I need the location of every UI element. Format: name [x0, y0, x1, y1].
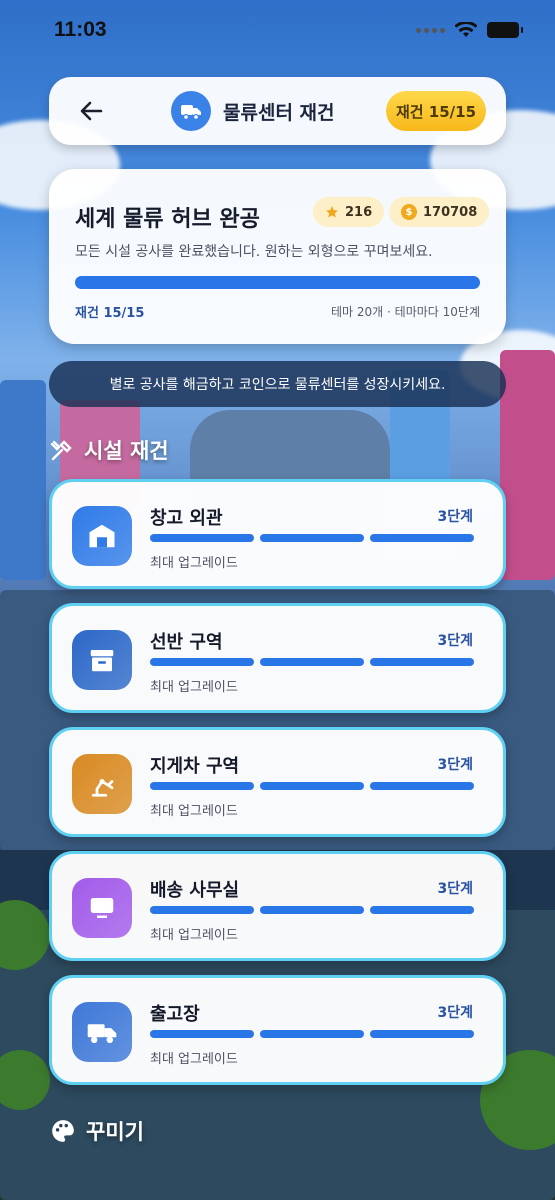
star-count: 216 [345, 204, 373, 220]
level-bar [150, 1030, 254, 1038]
status-bar: 11:03 [0, 0, 555, 64]
wifi-icon [455, 22, 477, 37]
star-count-chip: 216 [313, 197, 385, 227]
level-bar [260, 782, 364, 790]
level-bar [370, 1030, 474, 1038]
facility-level: 3단계 [437, 1005, 473, 1021]
facility-name: 선반 구역 [150, 632, 223, 653]
facility-card[interactable]: 창고 외관 3단계 최대 업그레이드 [49, 479, 506, 589]
rebuild-progress-badge: 재건 15/15 [386, 91, 486, 131]
facility-status: 최대 업그레이드 [150, 1052, 238, 1067]
completion-progress-bar [75, 276, 480, 289]
facility-level-bars [150, 658, 474, 666]
level-bar [260, 658, 364, 666]
signal-icon [416, 27, 445, 33]
level-bar [150, 782, 254, 790]
monitor-icon [72, 878, 132, 938]
facility-name: 창고 외관 [150, 508, 223, 529]
level-bar [260, 1030, 364, 1038]
level-bar [150, 658, 254, 666]
top-header: 물류센터 재건 재건 15/15 [49, 77, 506, 145]
facility-level-bars [150, 1030, 474, 1038]
level-bar [260, 906, 364, 914]
facility-card[interactable]: 배송 사무실 3단계 최대 업그레이드 [49, 851, 506, 961]
facility-name: 배송 사무실 [150, 880, 240, 901]
level-bar [370, 534, 474, 542]
facility-card[interactable]: 출고장 3단계 최대 업그레이드 [49, 975, 506, 1085]
coin-count-chip: $ 170708 [389, 197, 490, 227]
section-rebuild-header: 시설 재건 [50, 435, 169, 465]
page-title: 물류센터 재건 [223, 101, 335, 124]
tools-icon [50, 440, 72, 461]
completion-progress-label: 재건 15/15 [75, 306, 145, 321]
section-rebuild-title: 시설 재건 [84, 439, 169, 463]
facility-level: 3단계 [437, 633, 473, 649]
back-arrow-icon[interactable] [77, 97, 105, 125]
level-bar [150, 534, 254, 542]
truck-icon [72, 1002, 132, 1062]
facility-level-bars [150, 906, 474, 914]
facility-status: 최대 업그레이드 [150, 556, 238, 571]
status-time: 11:03 [54, 18, 107, 41]
coin-icon: $ [401, 204, 417, 220]
facility-name: 지게차 구역 [150, 756, 240, 777]
facility-card[interactable]: 지게차 구역 3단계 최대 업그레이드 [49, 727, 506, 837]
facility-level: 3단계 [437, 757, 473, 773]
info-banner: 별로 공사를 해금하고 코인으로 물류센터를 성장시키세요. [49, 361, 506, 407]
facility-status: 최대 업그레이드 [150, 804, 238, 819]
battery-icon [487, 22, 523, 38]
archive-box-icon [72, 630, 132, 690]
star-icon [326, 206, 338, 218]
robot-arm-icon [72, 754, 132, 814]
section-decorate-title: 꾸미기 [86, 1120, 144, 1144]
warehouse-icon [72, 506, 132, 566]
facility-status: 최대 업그레이드 [150, 928, 238, 943]
truck-icon [171, 91, 211, 131]
facility-status: 최대 업그레이드 [150, 680, 238, 695]
palette-icon [52, 1120, 74, 1142]
theme-meta: 테마 20개 · 테마마다 10단계 [331, 305, 480, 319]
facility-level: 3단계 [437, 509, 473, 525]
section-decorate-header: 꾸미기 [50, 1116, 144, 1146]
facility-name: 출고장 [150, 1004, 200, 1025]
completion-card: 세계 물류 허브 완공 216 $ 170708 모든 시설 공사를 완료했습니… [49, 169, 506, 344]
level-bar [370, 782, 474, 790]
completion-subtitle: 모든 시설 공사를 완료했습니다. 원하는 외형으로 꾸며보세요. [75, 244, 433, 260]
level-bar [150, 906, 254, 914]
level-bar [370, 906, 474, 914]
facility-level: 3단계 [437, 881, 473, 897]
level-bar [260, 534, 364, 542]
facility-card[interactable]: 선반 구역 3단계 최대 업그레이드 [49, 603, 506, 713]
completion-title: 세계 물류 허브 완공 [75, 207, 260, 232]
coin-count: 170708 [423, 204, 478, 220]
level-bar [370, 658, 474, 666]
facility-level-bars [150, 534, 474, 542]
facility-level-bars [150, 782, 474, 790]
